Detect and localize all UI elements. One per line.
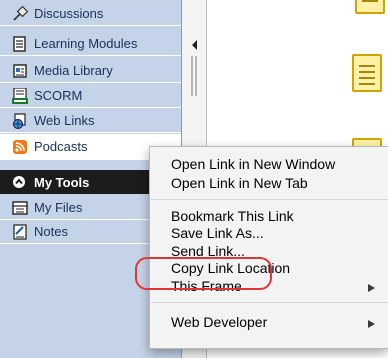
sidebar-item-media-library[interactable]: Media Library: [0, 59, 181, 83]
section-title: My Tools: [34, 174, 90, 190]
files-icon: [12, 200, 28, 216]
media-library-icon: [12, 63, 28, 79]
scorm-icon: [12, 87, 28, 104]
sidebar-item-label: Podcasts: [34, 139, 88, 154]
document-icon: [12, 35, 28, 52]
sidebar-item-discussions[interactable]: Discussions: [0, 2, 181, 26]
globe-icon: [12, 112, 28, 129]
collapse-arrow-icon[interactable]: [190, 38, 200, 98]
menu-item-this-frame[interactable]: This Frame: [171, 278, 242, 294]
sidebar-item-label: Web Links: [34, 113, 95, 128]
sidebar-item-learning-modules[interactable]: Learning Modules: [0, 32, 181, 56]
collapse-icon: [12, 175, 26, 189]
document-icon[interactable]: [352, 54, 382, 92]
menu-separator: [151, 302, 388, 303]
context-menu: Open Link in New Window Open Link in New…: [135, 146, 388, 349]
document-icon[interactable]: [355, 0, 385, 14]
sidebar-item-label: Media Library: [34, 63, 113, 78]
notes-icon: [12, 223, 28, 240]
menu-item-send-link[interactable]: Send Link...: [171, 243, 245, 259]
pin-icon: [12, 5, 28, 22]
menu-item-open-new-window[interactable]: Open Link in New Window: [171, 156, 335, 172]
sidebar-item-label: My Files: [34, 200, 83, 215]
menu-item-open-new-tab[interactable]: Open Link in New Tab: [171, 175, 308, 191]
sidebar-item-label: SCORM: [34, 88, 83, 103]
menu-item-copy-link-location[interactable]: Copy Link Location: [171, 260, 290, 276]
submenu-arrow-icon: [368, 320, 375, 328]
sidebar-item-scorm[interactable]: SCORM: [0, 84, 181, 108]
submenu-arrow-icon: [368, 284, 375, 292]
rss-icon: [12, 139, 28, 155]
menu-item-web-developer[interactable]: Web Developer: [171, 314, 267, 330]
sidebar-item-label: Learning Modules: [34, 36, 138, 51]
menu-item-bookmark-link[interactable]: Bookmark This Link: [171, 208, 294, 224]
sidebar-item-web-links[interactable]: Web Links: [0, 109, 181, 133]
menu-separator: [151, 199, 388, 200]
sidebar-item-label: Notes: [34, 224, 68, 239]
sidebar-item-label: Discussions: [34, 6, 104, 21]
menu-item-save-link-as[interactable]: Save Link As...: [171, 225, 264, 241]
